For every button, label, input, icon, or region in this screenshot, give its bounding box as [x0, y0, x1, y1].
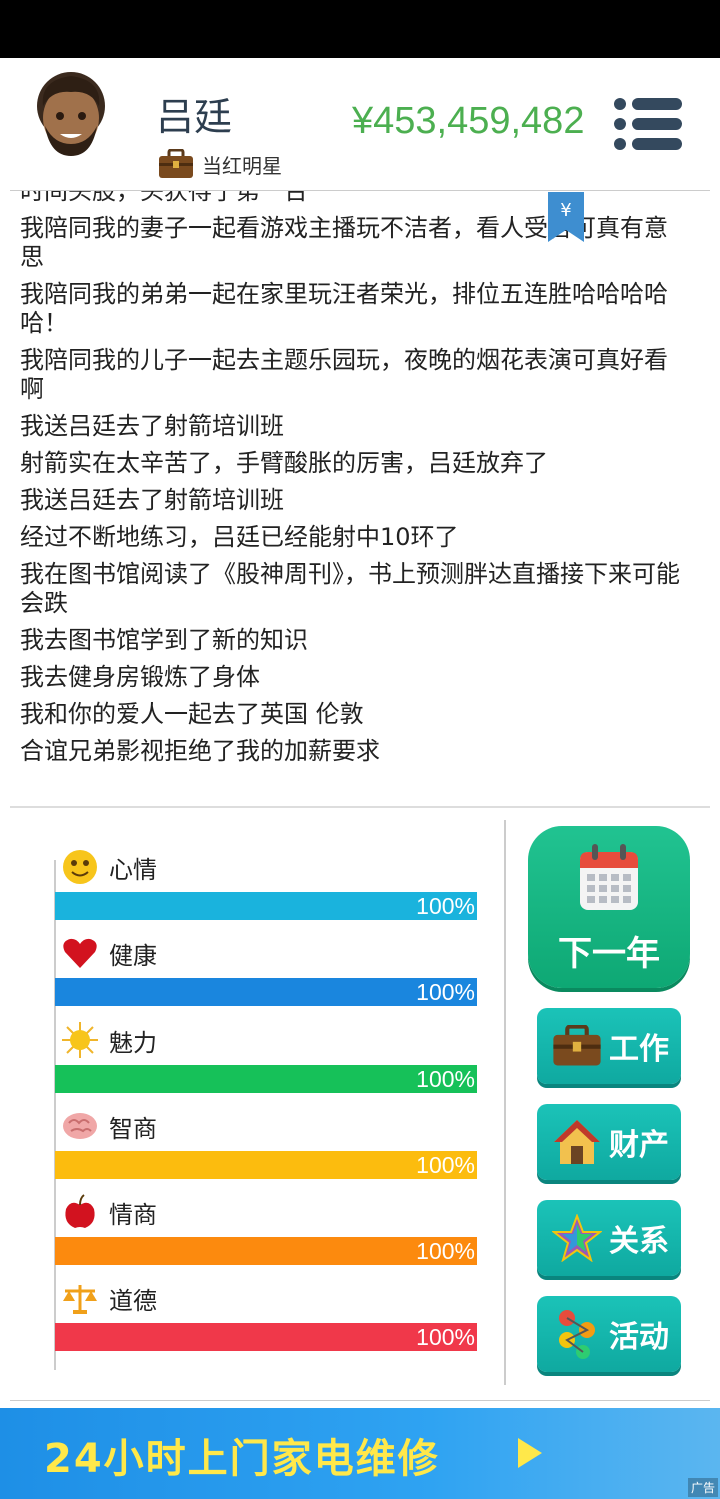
stat-bar: 100% [55, 978, 477, 1006]
menu-icon[interactable] [612, 96, 684, 152]
ad-banner[interactable]: 24小时上门家电维修 广告 [0, 1408, 720, 1499]
job-info: 当红明星 [158, 146, 282, 182]
work-label: 工作 [609, 1032, 669, 1067]
log-entry: 我在图书馆阅读了《股神周刊》，书上预测胖达直播接下来可能会跌 [20, 560, 680, 617]
stat-label: 魅力 [109, 1028, 157, 1057]
stat-bar-fill [55, 1323, 477, 1351]
next-year-label: 下一年 [558, 934, 660, 974]
activities-label: 活动 [609, 1320, 669, 1355]
stat-value: 100% [416, 1152, 475, 1178]
relations-label: 关系 [609, 1224, 669, 1259]
ad-tag: 广告 [687, 1478, 718, 1497]
log-entry: 我和你的爱人一起去了英国 伦敦 [20, 700, 364, 728]
footer-divider [10, 1400, 710, 1401]
stat-bar: 100% [55, 1323, 477, 1351]
stat-header: 情商 [61, 1193, 157, 1231]
property-label: 财产 [609, 1128, 669, 1163]
log-entry: 合谊兄弟影视拒绝了我的加薪要求 [20, 737, 380, 765]
log-entry: 我陪同我的弟弟一起在家里玩汪者荣光，排位五连胜哈哈哈哈哈！ [20, 280, 668, 337]
stat-label: 心情 [109, 855, 157, 884]
ad-text: 24小时上门家电维修 [44, 1436, 440, 1482]
stat-row: 心情 100% [55, 848, 477, 934]
activity-icon [549, 1306, 605, 1362]
header: 吕廷 当红明星 ¥453,459,482 [0, 58, 720, 190]
log-entry: 我送吕廷去了射箭培训班 [20, 486, 284, 514]
money-balance: ¥453,459,482 [352, 100, 585, 142]
stat-bar-fill [55, 1151, 477, 1179]
stat-label: 智商 [109, 1114, 157, 1143]
stat-header: 智商 [61, 1107, 157, 1145]
stat-bar-fill [55, 1065, 477, 1093]
scales-icon [61, 1279, 99, 1317]
panel-separator [504, 820, 506, 1385]
stat-row: 情商 100% [55, 1193, 477, 1279]
event-log[interactable]: 时间头股，头获得了第一台我陪同我的妻子一起看游戏主播玩不洁者，看人受苦可真有意思… [0, 191, 720, 800]
log-entry: 我陪同我的儿子一起去主题乐园玩，夜晚的烟花表演可真好看啊 [20, 346, 668, 403]
stat-header: 健康 [61, 934, 157, 972]
stat-value: 100% [416, 1066, 475, 1092]
stat-bar-fill [55, 1237, 477, 1265]
house-icon [549, 1114, 605, 1170]
briefcase-icon [549, 1018, 605, 1074]
stat-row: 健康 100% [55, 934, 477, 1020]
stat-header: 魅力 [61, 1021, 157, 1059]
log-entry: 我陪同我的妻子一起看游戏主播玩不洁者，看人受苦可真有意思 [20, 214, 668, 271]
stat-value: 100% [416, 893, 475, 919]
stat-value: 100% [416, 1324, 475, 1350]
calendar-icon [580, 844, 638, 910]
stat-label: 情商 [109, 1200, 157, 1229]
star-icon [549, 1210, 605, 1266]
stat-row: 道德 100% [55, 1279, 477, 1365]
heart-icon [61, 934, 99, 972]
stat-bar: 100% [55, 1151, 477, 1179]
stat-value: 100% [416, 1238, 475, 1264]
activities-button[interactable]: 活动 [537, 1296, 681, 1372]
property-button[interactable]: 财产 [537, 1104, 681, 1180]
stat-label: 健康 [109, 941, 157, 970]
bookmark-icon[interactable]: ¥ [548, 192, 584, 242]
stat-bar-fill [55, 892, 477, 920]
player-name: 吕廷 [156, 95, 233, 139]
stat-value: 100% [416, 979, 475, 1005]
stat-header: 心情 [61, 848, 157, 886]
stat-row: 智商 100% [55, 1107, 477, 1193]
status-bar [0, 0, 720, 58]
apple-icon [61, 1193, 99, 1231]
work-button[interactable]: 工作 [537, 1008, 681, 1084]
stat-header: 道德 [61, 1279, 157, 1317]
play-arrow-icon [518, 1438, 542, 1468]
log-entry: 我去健身房锻炼了身体 [20, 663, 260, 691]
section-divider [10, 806, 710, 808]
log-entry: 时间头股，头获得了第一台 [20, 191, 308, 205]
relations-button[interactable]: 关系 [537, 1200, 681, 1276]
stat-bar-fill [55, 978, 477, 1006]
briefcase-icon [159, 149, 193, 178]
bookmark-symbol: ¥ [560, 200, 571, 221]
sun-icon [61, 1021, 99, 1059]
stat-bar: 100% [55, 1237, 477, 1265]
log-entry: 经过不断地练习，吕廷已经能射中10环了 [20, 523, 459, 551]
smiley-icon [61, 848, 99, 886]
log-entry: 射箭实在太辛苦了，手臂酸胀的厉害，吕廷放弃了 [20, 449, 548, 477]
stat-row: 魅力 100% [55, 1021, 477, 1107]
next-year-button[interactable]: 下一年 [528, 826, 690, 988]
stat-label: 道德 [109, 1286, 157, 1315]
avatar[interactable] [30, 68, 112, 160]
brain-icon [61, 1107, 99, 1145]
stat-bar: 100% [55, 1065, 477, 1093]
log-entry: 我去图书馆学到了新的知识 [20, 626, 308, 654]
stat-bar: 100% [55, 892, 477, 920]
job-title: 当红明星 [202, 153, 282, 178]
log-entry: 我送吕廷去了射箭培训班 [20, 412, 284, 440]
